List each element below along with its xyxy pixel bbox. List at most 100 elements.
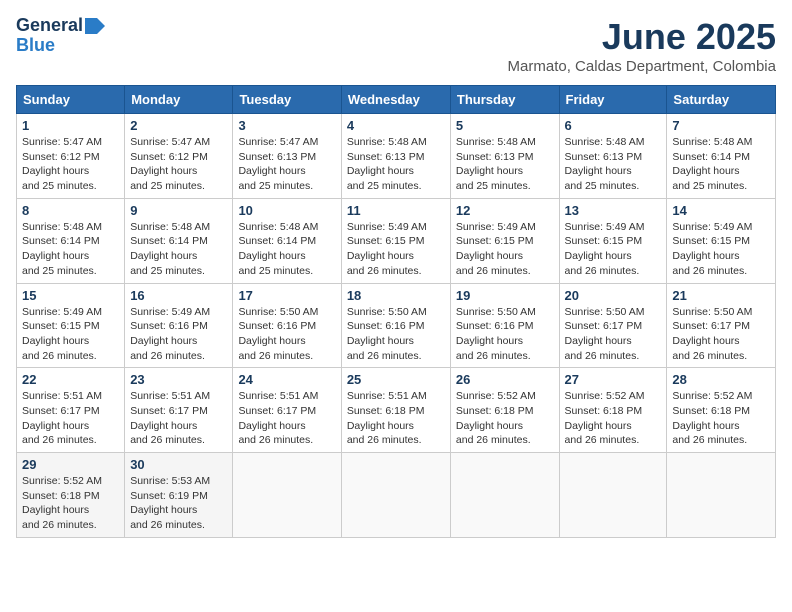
day-number: 16 [130,288,227,303]
table-row: 23 Sunrise: 5:51 AMSunset: 6:17 PMDaylig… [125,368,233,453]
table-row [341,453,450,538]
day-number: 10 [238,203,335,218]
logo-text-general: General [16,16,83,36]
calendar-row: 8 Sunrise: 5:48 AMSunset: 6:14 PMDayligh… [17,198,776,283]
day-info: Sunrise: 5:47 AMSunset: 6:12 PMDaylight … [130,136,210,192]
header-saturday: Saturday [667,86,776,114]
day-info: Sunrise: 5:51 AMSunset: 6:18 PMDaylight … [347,390,427,446]
table-row: 12 Sunrise: 5:49 AMSunset: 6:15 PMDaylig… [450,198,559,283]
table-row: 10 Sunrise: 5:48 AMSunset: 6:14 PMDaylig… [233,198,341,283]
day-info: Sunrise: 5:50 AMSunset: 6:16 PMDaylight … [347,306,427,362]
day-info: Sunrise: 5:49 AMSunset: 6:15 PMDaylight … [565,221,645,277]
day-info: Sunrise: 5:48 AMSunset: 6:13 PMDaylight … [347,136,427,192]
page-header: General Blue June 2025 Marmato, Caldas D… [16,16,776,75]
day-info: Sunrise: 5:48 AMSunset: 6:14 PMDaylight … [130,221,210,277]
day-number: 23 [130,372,227,387]
table-row: 28 Sunrise: 5:52 AMSunset: 6:18 PMDaylig… [667,368,776,453]
day-number: 26 [456,372,554,387]
day-number: 1 [22,118,119,133]
table-row: 1 Sunrise: 5:47 AMSunset: 6:12 PMDayligh… [17,114,125,199]
table-row: 16 Sunrise: 5:49 AMSunset: 6:16 PMDaylig… [125,283,233,368]
table-row: 7 Sunrise: 5:48 AMSunset: 6:14 PMDayligh… [667,114,776,199]
table-row: 22 Sunrise: 5:51 AMSunset: 6:17 PMDaylig… [17,368,125,453]
table-row: 27 Sunrise: 5:52 AMSunset: 6:18 PMDaylig… [559,368,667,453]
table-row: 4 Sunrise: 5:48 AMSunset: 6:13 PMDayligh… [341,114,450,199]
table-row: 2 Sunrise: 5:47 AMSunset: 6:12 PMDayligh… [125,114,233,199]
day-info: Sunrise: 5:49 AMSunset: 6:15 PMDaylight … [347,221,427,277]
day-number: 9 [130,203,227,218]
day-number: 14 [672,203,770,218]
day-info: Sunrise: 5:49 AMSunset: 6:16 PMDaylight … [130,306,210,362]
day-number: 18 [347,288,445,303]
header-tuesday: Tuesday [233,86,341,114]
day-number: 13 [565,203,662,218]
day-number: 28 [672,372,770,387]
table-row: 17 Sunrise: 5:50 AMSunset: 6:16 PMDaylig… [233,283,341,368]
day-info: Sunrise: 5:51 AMSunset: 6:17 PMDaylight … [130,390,210,446]
day-info: Sunrise: 5:50 AMSunset: 6:16 PMDaylight … [238,306,318,362]
day-number: 20 [565,288,662,303]
table-row: 24 Sunrise: 5:51 AMSunset: 6:17 PMDaylig… [233,368,341,453]
day-number: 22 [22,372,119,387]
day-info: Sunrise: 5:48 AMSunset: 6:14 PMDaylight … [22,221,102,277]
table-row: 13 Sunrise: 5:49 AMSunset: 6:15 PMDaylig… [559,198,667,283]
day-info: Sunrise: 5:50 AMSunset: 6:17 PMDaylight … [565,306,645,362]
logo-text-blue: Blue [16,36,55,56]
table-row: 20 Sunrise: 5:50 AMSunset: 6:17 PMDaylig… [559,283,667,368]
day-number: 6 [565,118,662,133]
day-number: 27 [565,372,662,387]
day-info: Sunrise: 5:53 AMSunset: 6:19 PMDaylight … [130,475,210,531]
table-row: 30 Sunrise: 5:53 AMSunset: 6:19 PMDaylig… [125,453,233,538]
table-row [450,453,559,538]
day-info: Sunrise: 5:48 AMSunset: 6:14 PMDaylight … [672,136,752,192]
calendar-row: 22 Sunrise: 5:51 AMSunset: 6:17 PMDaylig… [17,368,776,453]
day-info: Sunrise: 5:52 AMSunset: 6:18 PMDaylight … [22,475,102,531]
header-monday: Monday [125,86,233,114]
table-row: 29 Sunrise: 5:52 AMSunset: 6:18 PMDaylig… [17,453,125,538]
day-info: Sunrise: 5:50 AMSunset: 6:17 PMDaylight … [672,306,752,362]
day-info: Sunrise: 5:48 AMSunset: 6:13 PMDaylight … [565,136,645,192]
day-info: Sunrise: 5:49 AMSunset: 6:15 PMDaylight … [456,221,536,277]
table-row: 14 Sunrise: 5:49 AMSunset: 6:15 PMDaylig… [667,198,776,283]
table-row: 6 Sunrise: 5:48 AMSunset: 6:13 PMDayligh… [559,114,667,199]
table-row: 26 Sunrise: 5:52 AMSunset: 6:18 PMDaylig… [450,368,559,453]
logo: General Blue [16,16,105,56]
header-wednesday: Wednesday [341,86,450,114]
day-number: 2 [130,118,227,133]
day-info: Sunrise: 5:51 AMSunset: 6:17 PMDaylight … [238,390,318,446]
table-row [233,453,341,538]
day-number: 30 [130,457,227,472]
day-number: 4 [347,118,445,133]
day-number: 19 [456,288,554,303]
day-number: 21 [672,288,770,303]
table-row [667,453,776,538]
day-info: Sunrise: 5:49 AMSunset: 6:15 PMDaylight … [672,221,752,277]
calendar-header-row: Sunday Monday Tuesday Wednesday Thursday… [17,86,776,114]
month-year-title: June 2025 [508,16,776,58]
day-info: Sunrise: 5:47 AMSunset: 6:12 PMDaylight … [22,136,102,192]
day-info: Sunrise: 5:49 AMSunset: 6:15 PMDaylight … [22,306,102,362]
calendar-row: 15 Sunrise: 5:49 AMSunset: 6:15 PMDaylig… [17,283,776,368]
day-number: 11 [347,203,445,218]
day-number: 8 [22,203,119,218]
header-thursday: Thursday [450,86,559,114]
table-row: 8 Sunrise: 5:48 AMSunset: 6:14 PMDayligh… [17,198,125,283]
day-info: Sunrise: 5:51 AMSunset: 6:17 PMDaylight … [22,390,102,446]
day-number: 29 [22,457,119,472]
header-friday: Friday [559,86,667,114]
day-number: 24 [238,372,335,387]
table-row: 21 Sunrise: 5:50 AMSunset: 6:17 PMDaylig… [667,283,776,368]
calendar-row: 1 Sunrise: 5:47 AMSunset: 6:12 PMDayligh… [17,114,776,199]
table-row: 9 Sunrise: 5:48 AMSunset: 6:14 PMDayligh… [125,198,233,283]
table-row: 15 Sunrise: 5:49 AMSunset: 6:15 PMDaylig… [17,283,125,368]
table-row: 25 Sunrise: 5:51 AMSunset: 6:18 PMDaylig… [341,368,450,453]
day-number: 3 [238,118,335,133]
day-number: 7 [672,118,770,133]
day-number: 15 [22,288,119,303]
day-info: Sunrise: 5:52 AMSunset: 6:18 PMDaylight … [672,390,752,446]
calendar-table: Sunday Monday Tuesday Wednesday Thursday… [16,85,776,538]
table-row: 3 Sunrise: 5:47 AMSunset: 6:13 PMDayligh… [233,114,341,199]
table-row [559,453,667,538]
day-info: Sunrise: 5:48 AMSunset: 6:13 PMDaylight … [456,136,536,192]
day-info: Sunrise: 5:48 AMSunset: 6:14 PMDaylight … [238,221,318,277]
